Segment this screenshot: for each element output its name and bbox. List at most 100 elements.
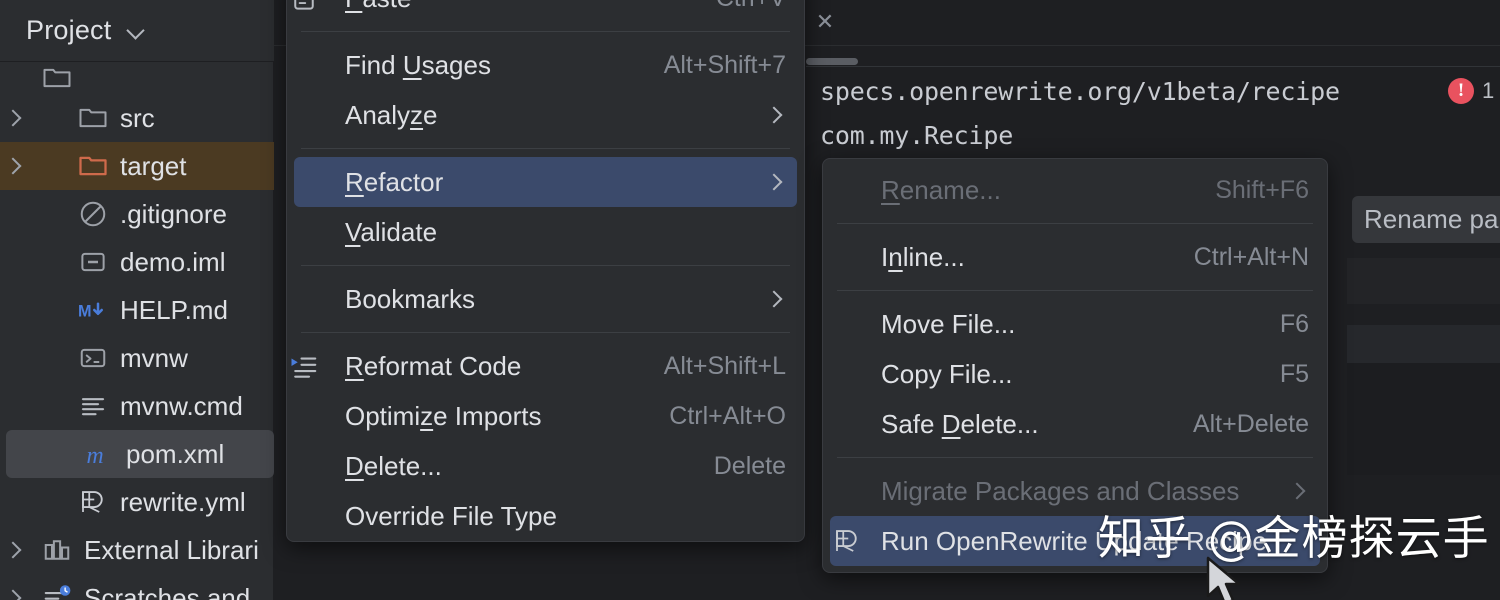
code-line-1: specs.openrewrite.org/v1beta/recipe [820, 77, 1340, 106]
error-badge[interactable]: ! 1 [1448, 78, 1494, 104]
tree-item-helpmd[interactable]: M HELP.md [0, 286, 274, 334]
chevron-right-icon [764, 288, 786, 310]
expand-arrow-icon[interactable] [0, 585, 26, 600]
menu-item-label: Move File... [881, 308, 1016, 339]
menu-item-paste[interactable]: PasteCtrl+V [287, 0, 804, 23]
menu-item-label: Find Usages [345, 49, 491, 80]
menu-item-copy-file[interactable]: Copy File... F5 [823, 349, 1327, 399]
chevron-right-icon [764, 104, 786, 126]
module-icon [76, 247, 110, 277]
menu-item-label: Inline... [881, 241, 965, 272]
tree-item-label: demo.iml [120, 246, 226, 277]
blank-icon [823, 309, 881, 339]
project-tool-window: Project src target .gitignore demo.iml M HELP… [0, 0, 274, 600]
menu-item-shortcut: Alt+Delete [1192, 409, 1309, 438]
blank-icon [823, 476, 881, 506]
scrollbar-thumb[interactable] [806, 58, 858, 65]
menu-item-validate[interactable]: Validate [287, 207, 804, 257]
editor-row-band-0 [1347, 258, 1500, 304]
expand-arrow-icon[interactable] [0, 105, 26, 131]
tree-item-src[interactable]: src [0, 94, 274, 142]
chevron-right-icon [764, 171, 786, 193]
menu-item-inline[interactable]: Inline... Ctrl+Alt+N [823, 232, 1327, 282]
menu-separator [837, 223, 1313, 224]
menu-item-label: Analyze [345, 99, 438, 130]
menu-item-refactor[interactable]: Refactor [294, 157, 797, 207]
menu-item-find-usages[interactable]: Find Usages Alt+Shift+7 [287, 40, 804, 90]
blank-icon [287, 50, 345, 80]
chevron-down-icon[interactable] [127, 21, 147, 41]
close-icon[interactable]: ✕ [814, 11, 836, 33]
menu-item-shortcut: Ctrl+V [716, 0, 786, 13]
editor-horizontal-scrollbar[interactable] [806, 58, 1500, 65]
menu-item-override-file-type[interactable]: Override File Type [287, 491, 804, 541]
blank-icon [287, 100, 345, 130]
menu-item-shortcut: Ctrl+Alt+O [669, 401, 786, 430]
error-icon: ! [1448, 78, 1474, 104]
menu-item-shortcut: F6 [1279, 309, 1309, 338]
tree-item-label: mvnw.cmd [120, 390, 243, 421]
menu-item-bookmarks[interactable]: Bookmarks [287, 274, 804, 324]
tree-item-label: rewrite.yml [120, 486, 246, 517]
tree-item-label: Scratches and [84, 582, 251, 600]
editor-row-band-2 [1347, 363, 1500, 475]
editor-row-band-1 [1347, 325, 1500, 363]
menu-item-label: Validate [345, 216, 438, 247]
blank-icon [287, 501, 345, 531]
maven-icon: m [82, 439, 116, 469]
menu-separator [301, 332, 790, 333]
tree-item-label: External Librari [84, 534, 259, 565]
tree-item-clipped[interactable] [0, 62, 274, 94]
editor-code[interactable]: specs.openrewrite.org/v1beta/recipe com.… [820, 70, 1500, 158]
menu-item-shortcut: Ctrl+Alt+N [1193, 242, 1309, 271]
menu-item-reformat-code[interactable]: Reformat Code Alt+Shift+L [287, 341, 804, 391]
tree-item-pomxml[interactable]: m pom.xml [6, 430, 274, 478]
menu-separator [301, 148, 790, 149]
svg-text:M: M [78, 302, 92, 320]
blank-icon [823, 359, 881, 389]
tree-item-target[interactable]: target [0, 142, 274, 190]
menu-item-label: Rename... [881, 174, 1001, 205]
menu-item-safe-delete[interactable]: Safe Delete... Alt+Delete [823, 399, 1327, 449]
watermark: 知乎 @金榜探云手 [1098, 511, 1490, 565]
blank-icon [823, 409, 881, 439]
menu-item-label: Reformat Code [345, 350, 522, 381]
tree-item-extlibs[interactable]: External Librari [0, 526, 274, 574]
screen: ✕ specs.openrewrite.org/v1beta/recipe co… [0, 0, 1500, 600]
menu-item-shortcut: Shift+F6 [1215, 175, 1309, 204]
tree-item-demoiml[interactable]: demo.iml [0, 238, 274, 286]
tree-item-scratches[interactable]: Scratches and [0, 574, 274, 600]
markdown-icon: M [76, 295, 110, 325]
menu-item-label: Safe Delete... [881, 408, 1039, 439]
menu-separator [837, 457, 1313, 458]
tree-item-gitignore[interactable]: .gitignore [0, 190, 274, 238]
code-line-2: com.my.Recipe [820, 121, 1014, 150]
menu-item-move-file[interactable]: Move File... F6 [823, 299, 1327, 349]
tree-item-label: pom.xml [126, 438, 225, 469]
ignore-icon [76, 199, 110, 229]
blank-icon [287, 451, 345, 481]
blank-icon [287, 401, 345, 431]
menu-item-shortcut: Alt+Shift+7 [663, 50, 786, 79]
library-icon [40, 535, 74, 565]
project-header[interactable]: Project [0, 0, 274, 62]
svg-text:m: m [87, 443, 104, 469]
openrewrite-icon [830, 526, 881, 556]
tree-item-label: .gitignore [120, 198, 227, 229]
expand-arrow-icon[interactable] [0, 537, 26, 563]
editor-divider [806, 66, 1500, 67]
tree-item-mvnwcmd[interactable]: mvnw.cmd [0, 382, 274, 430]
rename-parameter-hint: Rename pa [1352, 196, 1500, 243]
tree-item-rewriteyml[interactable]: rewrite.yml [0, 478, 274, 526]
menu-item-analyze[interactable]: Analyze [287, 90, 804, 140]
folder-orange-icon [76, 151, 110, 181]
blank-icon [294, 167, 345, 197]
menu-item-optimize-imports[interactable]: Optimize Imports Ctrl+Alt+O [287, 391, 804, 441]
menu-item-label: Copy File... [881, 358, 1013, 389]
tree-item-mvnw[interactable]: mvnw [0, 334, 274, 382]
menu-item-delete[interactable]: Delete... Delete [287, 441, 804, 491]
menu-item-label: Bookmarks [345, 283, 476, 314]
expand-arrow-icon[interactable] [0, 153, 26, 179]
blank-icon [287, 217, 345, 247]
tree-item-label: src [120, 102, 155, 133]
